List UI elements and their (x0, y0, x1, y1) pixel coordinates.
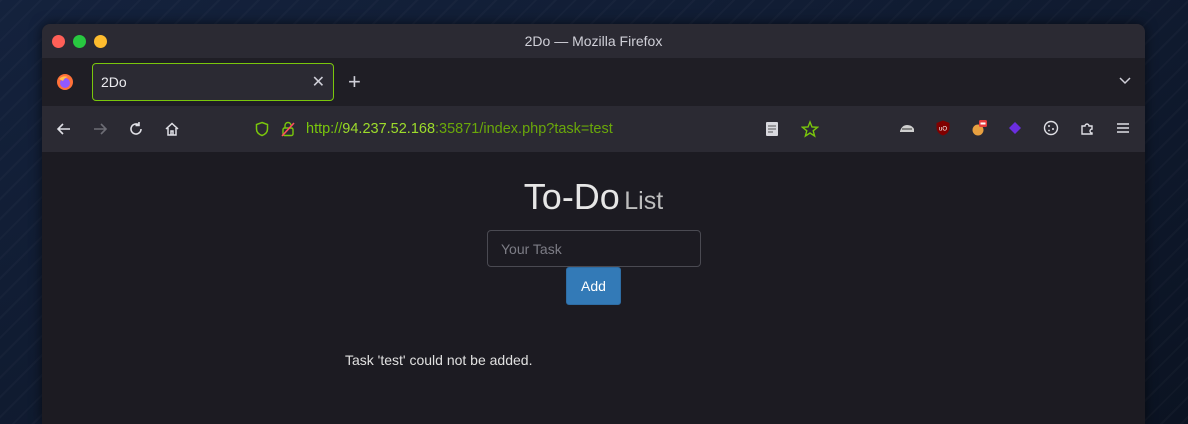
browser-window: 2Do — Mozilla Firefox 2Do ✕ + http://94.… (42, 24, 1145, 424)
page-title-sub: List (624, 187, 664, 215)
task-input[interactable] (487, 230, 701, 267)
arrow-right-icon (94, 123, 108, 135)
reader-view-button[interactable] (760, 117, 784, 141)
chevron-down-icon (1119, 77, 1131, 85)
arrow-left-icon (56, 123, 70, 135)
extension-button-1[interactable] (895, 116, 919, 140)
close-tab-icon[interactable]: ✕ (312, 72, 325, 92)
cookie-jar-extension-icon (972, 120, 987, 136)
url-host: 94.237.52.168 (342, 121, 436, 137)
shoe-extension-icon (900, 125, 914, 132)
reader-view-icon (766, 122, 778, 136)
reload-icon (130, 122, 142, 135)
cookie-icon (1043, 120, 1059, 136)
ublock-origin-button[interactable]: uO (931, 116, 955, 140)
new-tab-button[interactable]: + (348, 69, 361, 95)
page-content: To-Do List Add Task 'test' could not be … (42, 152, 1145, 424)
navigation-toolbar: http://94.237.52.168:35871/index.php?tas… (42, 106, 1145, 152)
back-button[interactable] (50, 115, 78, 143)
firefox-icon[interactable] (42, 73, 88, 91)
tab-2do[interactable]: 2Do ✕ (92, 63, 334, 101)
reload-button[interactable] (122, 115, 150, 143)
ublock-icon: uO (936, 120, 950, 136)
window-title: 2Do — Mozilla Firefox (524, 33, 663, 49)
page-title-main: To-Do (523, 176, 620, 217)
extensions-button[interactable] (1075, 116, 1099, 140)
home-icon (165, 122, 179, 136)
url-text[interactable]: http://94.237.52.168:35871/index.php?tas… (306, 121, 613, 137)
tab-bar: 2Do ✕ + (42, 58, 1145, 106)
tab-label: 2Do (101, 74, 127, 90)
status-message: Task 'test' could not be added. (345, 352, 533, 368)
cookie-extension-button[interactable] (1039, 116, 1063, 140)
url-path: :35871/index.php?task=test (435, 121, 613, 137)
extension-toolbar: uO (895, 116, 1135, 140)
home-button[interactable] (158, 115, 186, 143)
forward-button[interactable] (86, 115, 114, 143)
purple-diamond-extension-icon (1009, 122, 1021, 134)
shield-icon[interactable] (254, 121, 270, 137)
page-title: To-Do List (42, 176, 1145, 218)
url-protocol: http:// (306, 121, 343, 137)
svg-text:uO: uO (939, 127, 947, 133)
bookmark-star-button[interactable] (798, 117, 822, 141)
extension-button-3[interactable] (967, 116, 991, 140)
extension-button-4[interactable] (1003, 116, 1027, 140)
puzzle-piece-icon (1081, 123, 1093, 135)
list-all-tabs-button[interactable] (1117, 72, 1133, 93)
insecure-lock-icon[interactable] (280, 121, 296, 137)
star-icon (801, 120, 819, 138)
hamburger-menu-icon (1117, 123, 1129, 133)
title-bar: 2Do — Mozilla Firefox (42, 24, 1145, 58)
add-button[interactable]: Add (566, 267, 621, 305)
application-menu-button[interactable] (1111, 116, 1135, 140)
address-bar[interactable]: http://94.237.52.168:35871/index.php?tas… (254, 115, 814, 143)
